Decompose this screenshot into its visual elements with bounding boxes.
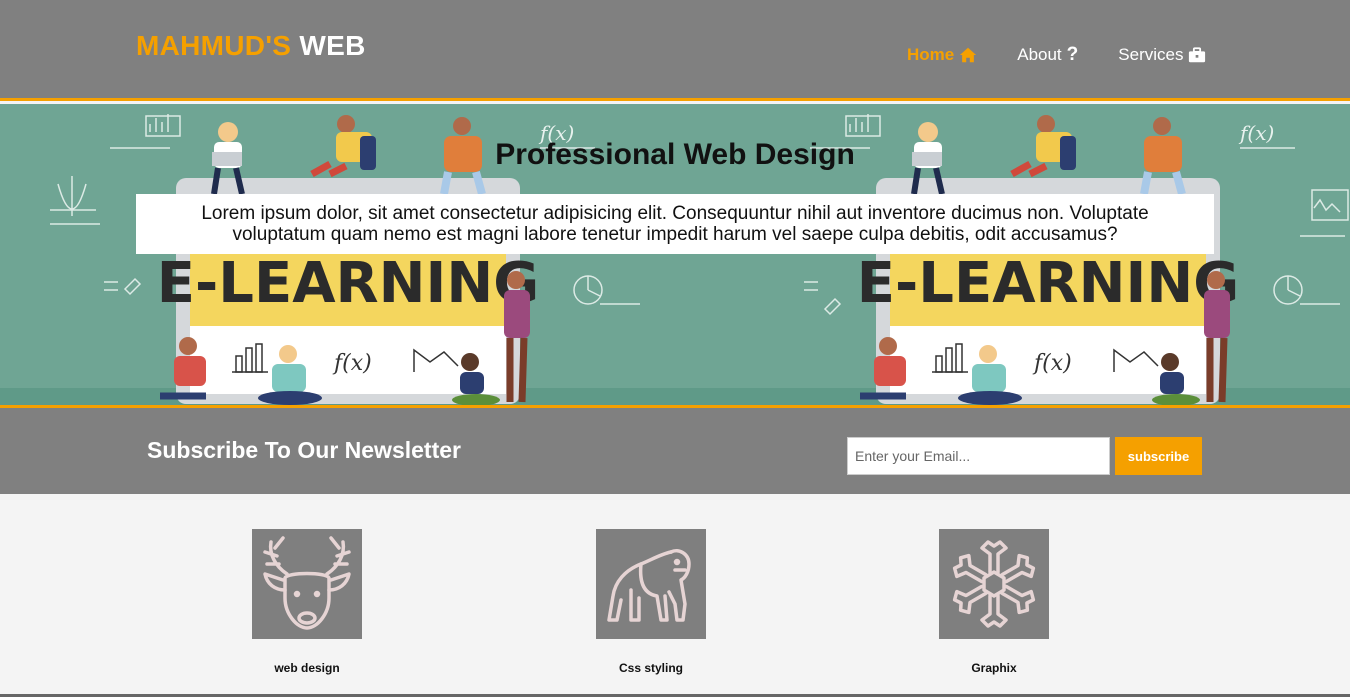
svg-text:f(x): f(x) bbox=[332, 351, 372, 376]
site-logo[interactable]: MAHMUD'S WEB bbox=[136, 30, 366, 62]
feature-label: web design bbox=[274, 661, 340, 675]
feature-label: Graphix bbox=[971, 661, 1017, 675]
question-icon: ? bbox=[1066, 44, 1079, 65]
e-learning-text-right: E-LEARNING bbox=[857, 251, 1239, 316]
hero-description: Lorem ipsum dolor, sit amet consectetur … bbox=[201, 203, 1149, 245]
e-learning-text-left: E-LEARNING bbox=[157, 251, 539, 316]
feature-box-css-styling[interactable]: Css styling bbox=[561, 529, 741, 675]
feature-box-graphix[interactable]: Graphix bbox=[904, 529, 1084, 675]
hero-description-box: Lorem ipsum dolor, sit amet consectetur … bbox=[136, 194, 1214, 254]
features-section: web design Css styling Graphix bbox=[0, 494, 1350, 697]
nav-services-label: Services bbox=[1118, 45, 1184, 64]
nav-about-label: About bbox=[1017, 45, 1062, 64]
main-nav: Home About ? Services bbox=[907, 45, 1206, 65]
nav-home-label: Home bbox=[907, 45, 955, 64]
feature-label: Css styling bbox=[618, 661, 684, 675]
feature-box-web-design[interactable]: web design bbox=[217, 529, 397, 675]
briefcase-icon bbox=[1189, 47, 1206, 63]
feature-tile bbox=[252, 529, 362, 639]
logo-rest: WEB bbox=[299, 30, 366, 61]
nav-about-link[interactable]: About ? bbox=[1017, 45, 1078, 65]
deer-icon bbox=[263, 536, 351, 630]
feature-tile bbox=[596, 529, 706, 639]
gorilla-icon bbox=[607, 549, 691, 622]
nav-home-link[interactable]: Home bbox=[907, 45, 977, 65]
subscribe-button[interactable]: subscribe bbox=[1115, 437, 1202, 475]
svg-text:f(x): f(x) bbox=[1032, 351, 1072, 376]
email-input[interactable] bbox=[847, 437, 1110, 475]
feature-tile bbox=[939, 529, 1049, 639]
logo-highlight: MAHMUD'S bbox=[136, 30, 292, 61]
hero-title: Professional Web Design bbox=[495, 138, 855, 171]
hero-banner: f(x) f(x) E-LEARNING f(x) E-LEARNING f(x… bbox=[0, 104, 1350, 405]
nav-services-link[interactable]: Services bbox=[1118, 45, 1206, 65]
site-header: MAHMUD'S WEB Home About ? Services bbox=[0, 0, 1350, 101]
home-icon bbox=[960, 47, 977, 63]
newsletter-section: Subscribe To Our Newsletter subscribe bbox=[0, 408, 1350, 494]
newsletter-heading: Subscribe To Our Newsletter bbox=[147, 437, 461, 463]
snowflake-icon bbox=[949, 540, 1039, 628]
